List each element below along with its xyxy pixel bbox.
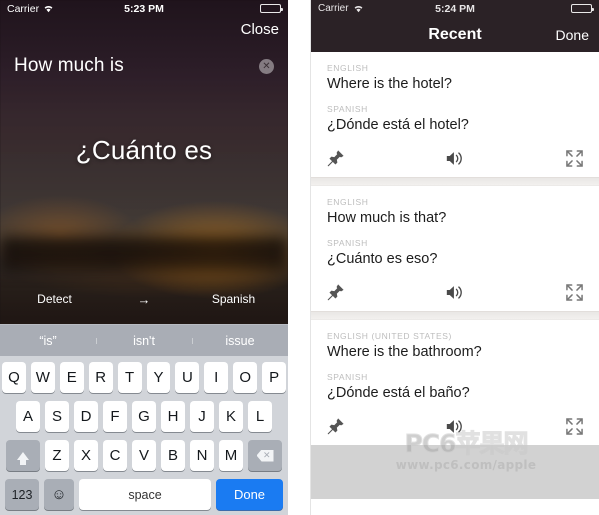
keyboard-row-2: A S D F G H J K L (2, 401, 286, 432)
keyboard-suggestion-bar: “is” isn't issue (0, 324, 288, 356)
key-b[interactable]: B (161, 440, 185, 471)
pin-icon[interactable] (327, 417, 344, 435)
key-j[interactable]: J (190, 401, 214, 432)
source-language-button[interactable]: Detect (0, 292, 109, 306)
card-action-bar (327, 410, 583, 445)
keyboard-row-1: Q W E R T Y U I O P (1, 362, 287, 393)
recent-translations-list: ENGLISH Where is the hotel? SPANISH ¿Dón… (311, 52, 599, 499)
key-n[interactable]: N (190, 440, 214, 471)
right-status-bar: Carrier 5:24 PM (311, 0, 599, 17)
key-k[interactable]: K (219, 401, 243, 432)
space-key[interactable]: space (79, 479, 211, 510)
keyboard-row-bottom: 123 ☺ space Done (2, 479, 286, 510)
backspace-delete-icon[interactable]: ✕ (248, 440, 282, 471)
translated-text: ¿Cuánto es (75, 135, 213, 165)
speaker-volume-icon[interactable] (344, 418, 566, 435)
left-status-bar: Carrier 5:23 PM (0, 0, 288, 17)
card-source-language-label: ENGLISH (327, 63, 369, 73)
left-phone-screen: Carrier 5:23 PM Close How much is ✕ ¿Cuá… (0, 0, 288, 515)
pin-icon[interactable] (327, 283, 344, 301)
key-g[interactable]: G (132, 401, 156, 432)
key-i[interactable]: I (204, 362, 229, 393)
card-target-language-label: SPANISH (327, 104, 368, 114)
key-o[interactable]: O (233, 362, 258, 393)
suggestion-2[interactable]: issue (192, 334, 288, 348)
left-status-time: 5:23 PM (124, 2, 164, 15)
source-text-row: How much is ✕ (0, 50, 288, 82)
key-l[interactable]: L (248, 401, 272, 432)
list-separator (311, 311, 599, 320)
expand-fullscreen-icon[interactable] (566, 283, 583, 301)
direction-arrow-icon: → (137, 291, 151, 307)
list-item[interactable]: ENGLISH How much is that? SPANISH ¿Cuánt… (311, 186, 599, 311)
nav-done-button[interactable]: Done (556, 27, 589, 43)
card-action-bar (327, 276, 583, 311)
list-separator (311, 177, 599, 186)
key-s[interactable]: S (45, 401, 69, 432)
keyboard-done-button[interactable]: Done (216, 479, 283, 510)
key-a[interactable]: A (16, 401, 40, 432)
speaker-volume-icon[interactable] (344, 150, 566, 167)
speaker-volume-icon[interactable] (344, 284, 566, 301)
card-source-phrase: Where is the hotel? (327, 76, 452, 92)
key-y[interactable]: Y (146, 362, 171, 393)
key-f[interactable]: F (103, 401, 127, 432)
left-status-battery-group (260, 4, 283, 13)
list-item[interactable]: ENGLISH (UNITED STATES) Where is the bat… (311, 320, 599, 445)
key-x[interactable]: X (74, 440, 98, 471)
battery-full-icon (260, 4, 283, 13)
suggestion-0[interactable]: “is” (0, 334, 96, 348)
key-e[interactable]: E (59, 362, 84, 393)
card-source-phrase: How much is that? (327, 210, 447, 226)
card-target-phrase: ¿Cuánto es eso? (327, 251, 438, 267)
card-target-language-label: SPANISH (327, 372, 368, 382)
key-c[interactable]: C (103, 440, 127, 471)
card-source-language-label: ENGLISH (UNITED STATES) (327, 331, 452, 341)
card-target-language-label: SPANISH (327, 238, 368, 248)
key-t[interactable]: T (117, 362, 142, 393)
card-target-phrase: ¿Dónde está el hotel? (327, 117, 469, 133)
key-r[interactable]: R (88, 362, 113, 393)
target-language-button[interactable]: Spanish (179, 292, 288, 306)
key-z[interactable]: Z (45, 440, 69, 471)
keyboard-row-3: Z X C V B N M ✕ (2, 440, 286, 471)
right-status-battery-group (571, 4, 594, 13)
expand-fullscreen-icon[interactable] (566, 149, 583, 167)
expand-fullscreen-icon[interactable] (566, 417, 583, 435)
key-m[interactable]: M (219, 440, 243, 471)
list-bottom-filler (311, 445, 599, 499)
key-v[interactable]: V (132, 440, 156, 471)
shift-arrow-up-icon[interactable] (6, 440, 40, 471)
screenshot-stage: Carrier 5:23 PM Close How much is ✕ ¿Cuá… (0, 0, 599, 515)
language-selector-row: Detect → Spanish (0, 287, 288, 311)
navigation-bar: Recent Done (311, 17, 599, 52)
keyboard-key-rows: Q W E R T Y U I O P A S D F G H J K L Z … (0, 356, 288, 515)
close-button[interactable]: Close (241, 21, 279, 38)
list-item[interactable]: ENGLISH Where is the hotel? SPANISH ¿Dón… (311, 52, 599, 177)
key-u[interactable]: U (175, 362, 200, 393)
key-h[interactable]: H (161, 401, 185, 432)
key-p[interactable]: P (262, 362, 287, 393)
card-target-phrase: ¿Dónde está el baño? (327, 385, 470, 401)
emoji-smiley-icon[interactable]: ☺ (44, 479, 74, 510)
pin-icon[interactable] (327, 149, 344, 167)
key-d[interactable]: D (74, 401, 98, 432)
right-status-time: 5:24 PM (435, 2, 475, 15)
card-source-phrase: Where is the bathroom? (327, 344, 482, 360)
card-source-language-label: ENGLISH (327, 197, 369, 207)
right-phone-screen: Carrier 5:24 PM Recent Done ENGLISH Wher… (310, 0, 599, 515)
card-action-bar (327, 142, 583, 177)
clear-circle-x-icon[interactable]: ✕ (259, 58, 274, 74)
battery-full-icon (571, 4, 594, 13)
numeric-mode-key[interactable]: 123 (5, 479, 39, 510)
key-w[interactable]: W (30, 362, 55, 393)
on-screen-keyboard: “is” isn't issue Q W E R T Y U I O P A S… (0, 324, 288, 515)
key-q[interactable]: Q (1, 362, 26, 393)
source-text-input[interactable]: How much is (14, 55, 251, 77)
suggestion-1[interactable]: isn't (96, 334, 192, 348)
